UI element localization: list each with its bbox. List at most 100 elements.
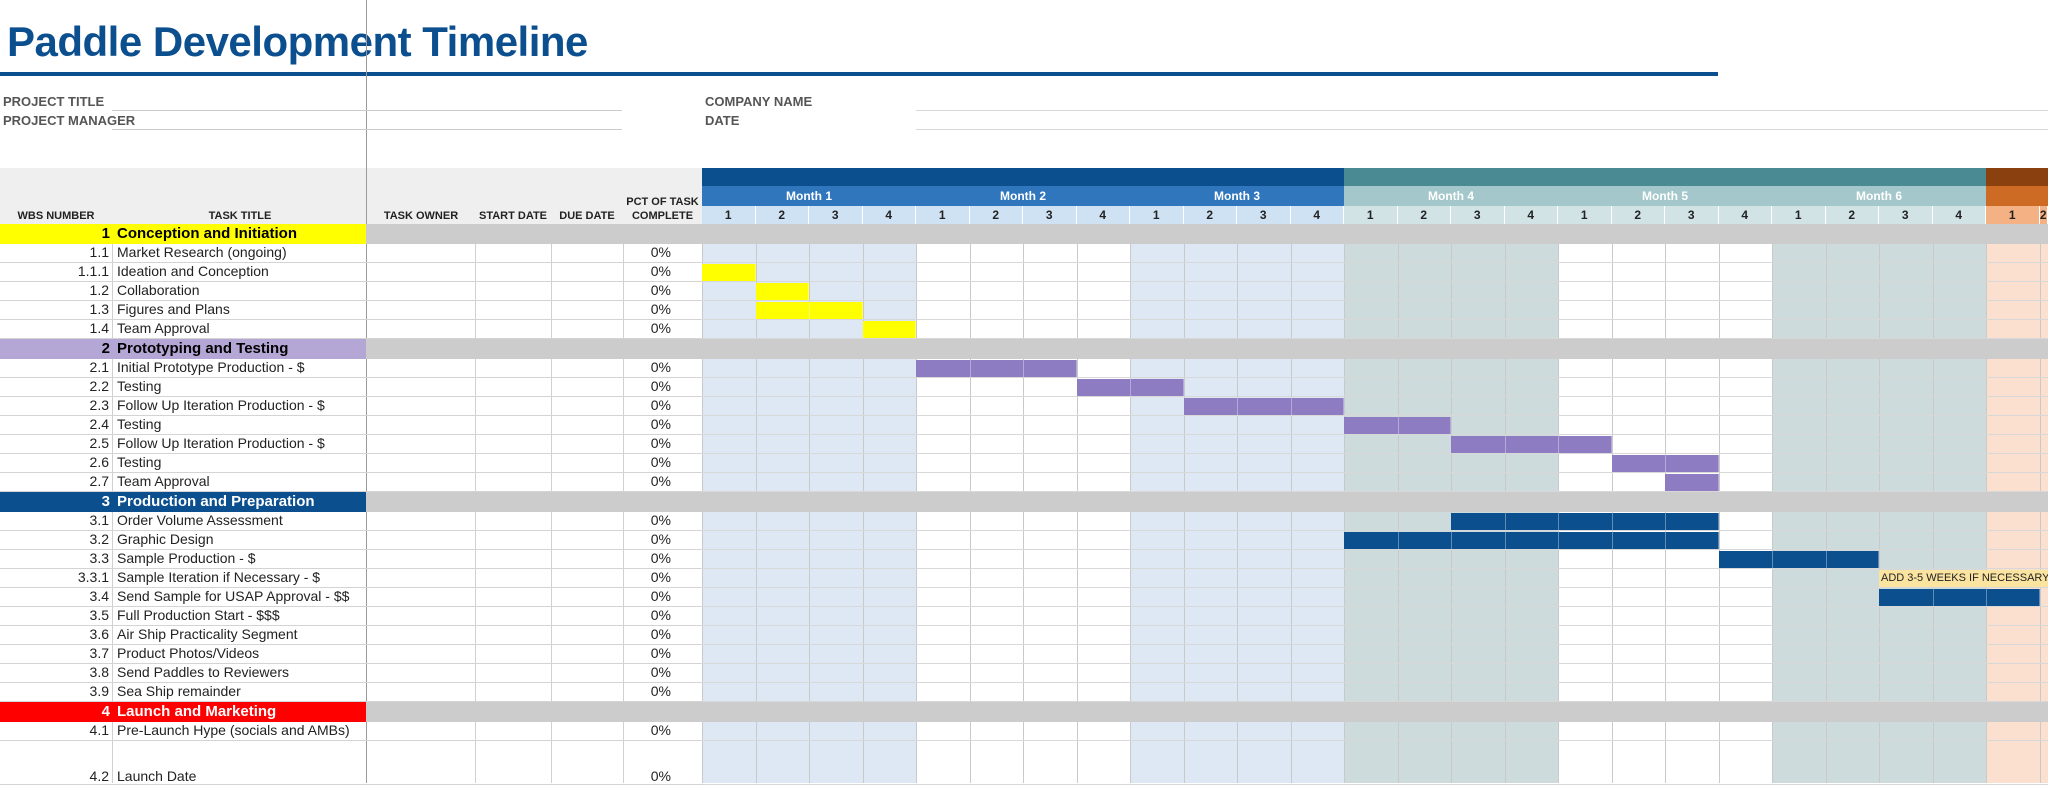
week-header: 4 — [1077, 206, 1131, 224]
task-row[interactable]: 2.6Testing0% — [0, 454, 702, 473]
task-pct-complete: 0% — [623, 531, 671, 548]
month-header-6: Month 6 — [1772, 186, 1986, 206]
task-pct-complete: 0% — [623, 550, 671, 567]
phase-wbs: 2 — [0, 339, 110, 359]
task-row[interactable]: 1.3Figures and Plans0% — [0, 301, 702, 320]
task-row[interactable]: 3.7Product Photos/Videos0% — [0, 645, 702, 664]
gantt-bar-divider — [1933, 589, 1934, 606]
gantt-bar-divider — [1612, 532, 1613, 549]
task-row[interactable]: 2.4Testing0% — [0, 416, 702, 435]
pct-column-header-line1: PCT OF TASK — [623, 196, 702, 209]
task-row-gridline — [702, 453, 2048, 454]
gantt-bar-divider — [1826, 551, 1827, 568]
phase-band — [366, 702, 2048, 722]
task-row-gridline — [702, 300, 2048, 301]
task-row[interactable]: 3.2Graphic Design0% — [0, 531, 702, 550]
task-row[interactable]: 2.5Follow Up Iteration Production - $0% — [0, 435, 702, 454]
month-bar-5 — [1558, 168, 1772, 186]
task-pct-complete: 0% — [623, 282, 671, 299]
task-title: Sea Ship remainder — [117, 683, 365, 700]
task-row[interactable]: 1.1.1Ideation and Conception0% — [0, 263, 702, 282]
gantt-bar-divider — [1558, 513, 1559, 530]
task-row[interactable]: 3.3Sample Production - $0% — [0, 550, 702, 569]
task-row-gridline — [702, 434, 2048, 435]
task-row[interactable]: 3.9Sea Ship remainder0% — [0, 683, 702, 702]
phase-wbs: 3 — [0, 492, 110, 512]
task-title: Collaboration — [117, 282, 365, 299]
phase-row-1[interactable]: 1Conception and Initiation — [0, 224, 366, 244]
task-title: Testing — [117, 454, 365, 471]
gantt-bar-divider — [1986, 589, 1987, 606]
gantt-bar-divider — [1398, 417, 1399, 434]
gantt-bar-divider — [1665, 532, 1666, 549]
task-pct-complete: 0% — [623, 320, 671, 337]
task-row[interactable]: 3.3.1Sample Iteration if Necessary - $0% — [0, 569, 702, 588]
field-underline — [112, 129, 622, 130]
gantt-bar-divider — [1130, 379, 1131, 396]
month-header-5: Month 5 — [1558, 186, 1772, 206]
phase-row-3[interactable]: 3Production and Preparation — [0, 492, 366, 512]
task-pct-complete: 0% — [623, 244, 671, 261]
task-row[interactable]: 2.3Follow Up Iteration Production - $0% — [0, 397, 702, 416]
task-wbs: 3.6 — [0, 626, 109, 643]
task-row[interactable]: 3.4Send Sample for USAP Approval - $$0% — [0, 588, 702, 607]
week-header: 1 — [1558, 206, 1612, 224]
gantt-bar-divider — [1451, 532, 1452, 549]
gantt-bar — [756, 283, 809, 300]
task-wbs: 3.2 — [0, 531, 109, 548]
task-row[interactable]: 3.5Full Production Start - $$$0% — [0, 607, 702, 626]
task-wbs: 1.2 — [0, 282, 109, 299]
gantt-bar-divider — [1237, 398, 1238, 415]
month-header-4: Month 4 — [1344, 186, 1558, 206]
task-title: Follow Up Iteration Production - $ — [117, 397, 365, 414]
month-header-3: Month 3 — [1130, 186, 1344, 206]
task-row[interactable]: 1.4Team Approval0% — [0, 320, 702, 339]
gantt-bar-divider — [1558, 532, 1559, 549]
task-row-gridline — [702, 740, 2048, 741]
task-row[interactable]: 2.7Team Approval0% — [0, 473, 702, 492]
task-row[interactable]: 3.6Air Ship Practicality Segment0% — [0, 626, 702, 645]
task-pct-complete: 0% — [623, 664, 671, 681]
week-header: 2 — [2040, 206, 2048, 224]
phase-row-4[interactable]: 4Launch and Marketing — [0, 702, 366, 722]
task-title: Send Sample for USAP Approval - $$ — [117, 588, 365, 605]
task-row[interactable]: 3.8Send Paddles to Reviewers0% — [0, 664, 702, 683]
task-row-gridline — [702, 262, 2048, 263]
task-title: Full Production Start - $$$ — [117, 607, 365, 624]
week-header: 2 — [756, 206, 810, 224]
task-wbs: 2.3 — [0, 397, 109, 414]
gantt-bar — [1719, 551, 1879, 568]
task-wbs: 3.4 — [0, 588, 109, 605]
task-wbs: 1.3 — [0, 301, 109, 318]
month-bar-2 — [916, 168, 1130, 186]
task-wbs: 2.6 — [0, 454, 109, 471]
task-wbs: 1.1 — [0, 244, 109, 261]
week-header: 1 — [916, 206, 970, 224]
task-title: Pre-Launch Hype (socials and AMBs) — [117, 722, 365, 739]
phase-row-2[interactable]: 2Prototyping and Testing — [0, 339, 366, 359]
gantt-bar-divider — [1772, 551, 1773, 568]
gantt-bar — [702, 264, 756, 281]
week-header: 4 — [1933, 206, 1987, 224]
task-wbs: 3.9 — [0, 683, 109, 700]
gantt-bar-divider — [1505, 532, 1506, 549]
week-header: 1 — [1986, 206, 2040, 224]
task-row[interactable]: 1.1Market Research (ongoing)0% — [0, 244, 702, 263]
week-header: 3 — [809, 206, 863, 224]
task-row[interactable]: 3.1Order Volume Assessment0% — [0, 512, 702, 531]
task-row[interactable]: 1.2 Collaboration 0% — [0, 282, 702, 301]
spreadsheet[interactable]: Paddle Development Timeline PROJECT TITL… — [0, 0, 2048, 783]
week-header: 3 — [1665, 206, 1719, 224]
task-row[interactable]: 4.2Launch Date0% — [0, 741, 702, 785]
task-wbs: 2.7 — [0, 473, 109, 490]
task-row[interactable]: 2.1Initial Prototype Production - $0% — [0, 359, 702, 378]
week-header: 3 — [1879, 206, 1933, 224]
week-header: 2 — [970, 206, 1024, 224]
task-row[interactable]: 4.1Pre-Launch Hype (socials and AMBs)0% — [0, 722, 702, 741]
gantt-bar-divider — [970, 360, 971, 377]
task-row[interactable]: 2.2Testing0% — [0, 378, 702, 397]
gantt-bar-divider — [1665, 455, 1666, 472]
week-header: 2 — [1826, 206, 1880, 224]
phase-band — [366, 339, 2048, 359]
task-wbs: 1.4 — [0, 320, 109, 337]
